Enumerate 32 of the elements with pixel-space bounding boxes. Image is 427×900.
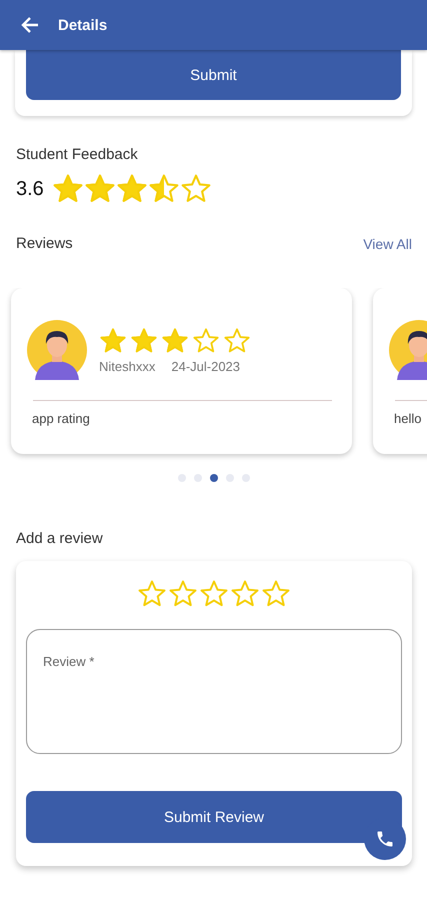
star-icon [180, 173, 212, 205]
review-text: hello [394, 411, 422, 426]
star-icon[interactable] [137, 579, 167, 609]
rating-score: 3.6 [16, 178, 44, 200]
reviewer-name: Niteshxxx [99, 358, 156, 374]
screen-title: Details [58, 16, 108, 34]
avatar-icon [27, 320, 87, 380]
submit-button[interactable]: Submit [26, 50, 401, 100]
review-field[interactable]: Review * [26, 629, 402, 754]
star-icon [223, 326, 251, 354]
phone-icon [375, 829, 395, 849]
star-icon [116, 173, 148, 205]
review-text: app rating [32, 411, 91, 426]
star-icon [52, 173, 84, 205]
star-icon [99, 326, 127, 354]
view-all-link[interactable]: View All [363, 236, 412, 252]
star-icon [148, 173, 180, 205]
star-icon [161, 326, 189, 354]
page-dot[interactable] [210, 474, 218, 482]
section-title: Reviews [16, 235, 73, 252]
star-icon [84, 173, 116, 205]
star-icon[interactable] [230, 579, 260, 609]
star-icon [130, 326, 158, 354]
star-icon [192, 326, 220, 354]
review-date: 24-Jul-2023 [171, 358, 240, 374]
star-icon[interactable] [168, 579, 198, 609]
submit-review-button[interactable]: Submit Review [26, 791, 402, 843]
star-icon[interactable] [199, 579, 229, 609]
star-icon[interactable] [261, 579, 291, 609]
section-title: Add a review [16, 530, 104, 547]
back-arrow-icon[interactable] [20, 15, 40, 35]
section-title: Student Feedback [16, 146, 139, 163]
